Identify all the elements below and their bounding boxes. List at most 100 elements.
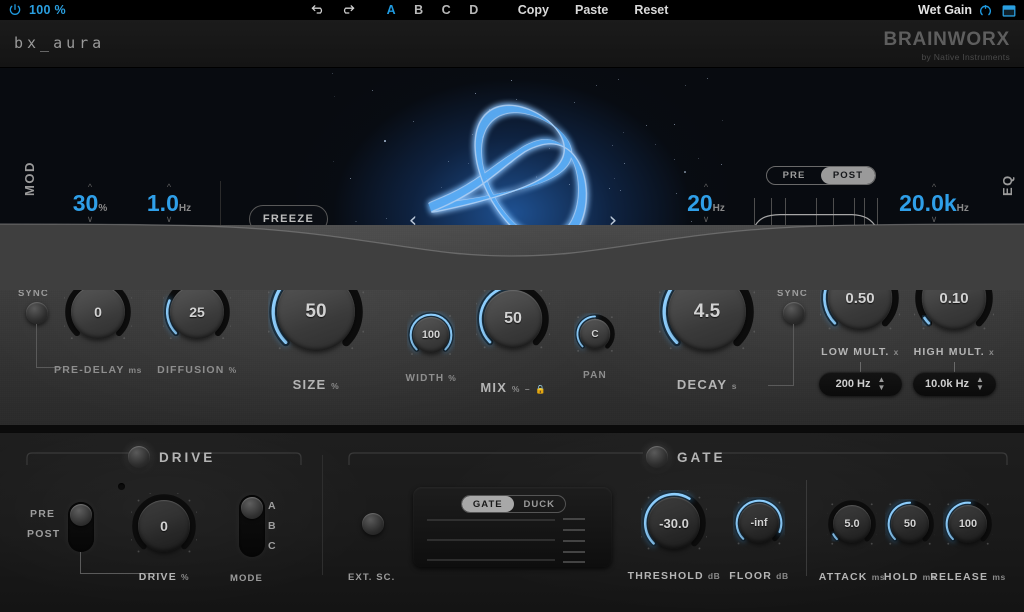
knob-floor[interactable]: -inf FLOOR dB	[733, 497, 785, 549]
gate-meter-graph	[413, 515, 612, 567]
hold-label: HOLD	[884, 571, 919, 583]
chevron-down-icon[interactable]: ∨	[674, 216, 738, 223]
width-value: 100	[422, 329, 440, 341]
knob-width[interactable]: 100 WIDTH %	[407, 311, 455, 359]
knob-drive[interactable]: 0 DRIVE %	[131, 493, 197, 559]
knob-pan[interactable]: C PAN	[574, 313, 616, 355]
knob-mix[interactable]: 50 MIX % – 🔒	[476, 282, 550, 356]
width-unit: %	[448, 373, 456, 383]
chevron-updown-icon: ▲▼	[976, 376, 984, 392]
high-mult-value: 0.10	[939, 290, 968, 307]
preset-slot-c[interactable]: C	[442, 3, 452, 17]
chevron-down-icon[interactable]: ∨	[58, 216, 122, 223]
mod-amount-value[interactable]: 30	[73, 190, 99, 216]
power-icon[interactable]	[8, 3, 22, 17]
knob-low-mult[interactable]: 0.50 LOW MULT. x	[820, 258, 900, 338]
knob-threshold[interactable]: -30.0 THRESHOLD dB	[641, 490, 707, 556]
decay-label: DECAY	[677, 377, 727, 392]
eq-pre-post-toggle[interactable]: PRE POST	[766, 166, 876, 185]
paste-button[interactable]: Paste	[575, 3, 608, 17]
redo-icon[interactable]	[340, 3, 356, 17]
ext-sc-label: EXT. SC.	[348, 572, 395, 583]
gate-mode-gate[interactable]: GATE	[462, 496, 514, 512]
size-unit: %	[331, 381, 339, 391]
drive-mode-b[interactable]: B	[268, 520, 277, 532]
pre-delay-sync-button[interactable]	[26, 302, 48, 324]
reset-button[interactable]: Reset	[634, 3, 668, 17]
knob-diffusion[interactable]: 25 DIFFUSION %	[163, 278, 231, 346]
plugin-name: bx_aura	[14, 34, 105, 52]
eq-pre-option[interactable]: PRE	[767, 167, 821, 184]
high-cut-unit: Hz	[957, 203, 969, 214]
high-freq-connector	[954, 362, 955, 372]
hold-value: 50	[904, 518, 916, 530]
low-mult-value: 0.50	[845, 290, 874, 307]
preset-slot-d[interactable]: D	[469, 3, 479, 17]
knob-decay[interactable]: 4.5 DECAY s	[659, 264, 755, 360]
high-freq-value: 10.0k Hz	[925, 378, 969, 390]
copy-button[interactable]: Copy	[518, 3, 549, 17]
release-value: 100	[959, 518, 977, 530]
gate-enable-button[interactable]	[646, 446, 668, 468]
pan-value: C	[591, 329, 598, 340]
chevron-down-icon[interactable]: ∨	[886, 216, 982, 223]
decay-sync-button[interactable]	[783, 302, 805, 324]
drive-label: DRIVE	[139, 571, 177, 583]
mod-rate-value[interactable]: 1.0	[147, 190, 179, 216]
decay-sync-label: SYNC	[777, 288, 808, 299]
mix-separator: –	[525, 384, 530, 394]
threshold-value: -30.0	[659, 516, 689, 531]
low-freq-value: 200 Hz	[836, 378, 871, 390]
drive-pre-label: PRE	[30, 508, 55, 520]
release-label: RELEASE	[930, 571, 988, 583]
high-freq-select[interactable]: 10.0k Hz ▲▼	[913, 372, 996, 396]
pan-label: PAN	[583, 370, 607, 381]
size-label: SIZE	[293, 377, 327, 392]
ext-sc-button[interactable]	[362, 513, 384, 535]
mod-amount-unit: %	[98, 203, 107, 214]
drive-pre-post-switch[interactable]	[68, 502, 94, 552]
bottom-section-divider	[322, 455, 323, 575]
drive-enable-button[interactable]	[128, 446, 150, 468]
lock-icon[interactable]: 🔒	[535, 384, 546, 394]
knob-arc-icon[interactable]	[978, 3, 993, 18]
drive-mode-c[interactable]: C	[268, 540, 277, 552]
knob-attack[interactable]: 5.0 ATTACK ms	[827, 499, 877, 549]
mod-section-label: MOD	[22, 161, 37, 196]
pre-delay-label: PRE-DELAY	[54, 364, 124, 376]
decay-unit: s	[732, 381, 737, 391]
zoom-level[interactable]: 100 %	[29, 3, 66, 17]
knob-high-mult[interactable]: 0.10 HIGH MULT. x	[914, 258, 994, 338]
high-mult-unit: x	[989, 347, 994, 357]
floor-label: FLOOR	[729, 570, 772, 582]
eq-post-option[interactable]: POST	[821, 167, 875, 184]
diffusion-value: 25	[189, 304, 205, 320]
gate-mode-duck[interactable]: DUCK	[514, 496, 566, 512]
low-cut-value[interactable]: 20	[687, 190, 713, 216]
undo-icon[interactable]	[310, 3, 326, 17]
high-cut-value[interactable]: 20.0k	[899, 190, 957, 216]
low-cut-unit: Hz	[713, 203, 725, 214]
knob-pre-delay[interactable]: 0 PRE-DELAY ms	[64, 278, 132, 346]
low-mult-label: LOW MULT.	[821, 346, 889, 358]
drive-unit: %	[181, 572, 189, 582]
knob-release[interactable]: 100 RELEASE ms	[943, 499, 993, 549]
gate-display[interactable]: GATE DUCK	[413, 487, 612, 567]
knob-size[interactable]: 50 SIZE %	[268, 264, 364, 360]
low-freq-select[interactable]: 200 Hz ▲▼	[819, 372, 902, 396]
gate-duck-toggle[interactable]: GATE DUCK	[461, 495, 566, 513]
chevron-updown-icon: ▲▼	[877, 376, 885, 392]
knob-hold[interactable]: 50 HOLD ms	[885, 499, 935, 549]
high-mult-label: HIGH MULT.	[914, 346, 985, 358]
decay-value: 4.5	[694, 301, 720, 323]
drive-mode-a[interactable]: A	[268, 500, 277, 512]
window-resize-icon[interactable]	[1002, 4, 1016, 16]
drive-mode-switch[interactable]	[239, 495, 265, 557]
chevron-down-icon[interactable]: ∨	[136, 216, 202, 223]
mix-unit: %	[512, 384, 520, 394]
eq-section-label: EQ	[1000, 174, 1015, 196]
plugin-window: 100 % A B C D Copy Paste Reset Wet Gain	[0, 0, 1024, 612]
release-unit: ms	[992, 572, 1006, 582]
preset-slot-a[interactable]: A	[387, 3, 397, 17]
preset-slot-b[interactable]: B	[414, 3, 424, 17]
